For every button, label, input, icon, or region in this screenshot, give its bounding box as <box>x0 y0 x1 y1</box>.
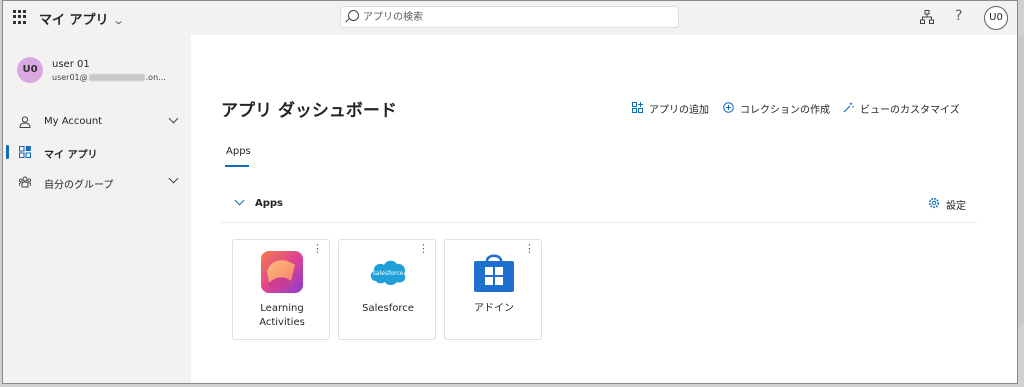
app-name: アドイン <box>474 303 514 314</box>
chevron-down-icon: ⌄ <box>111 14 125 27</box>
tab-apps-underline <box>225 165 249 167</box>
active-indicator <box>6 145 9 159</box>
search-icon <box>348 10 359 21</box>
user-name: user 01 <box>52 59 90 70</box>
more-options-icon[interactable]: ⋮ <box>312 243 323 254</box>
create-collection-label: コレクションの作成 <box>740 105 830 116</box>
app-title: マイ アプリ <box>39 13 109 28</box>
main-content: アプリ ダッシュボード アプリの追加 コレクションの作成 ビューのカスタマイズ <box>191 35 1017 383</box>
groups-icon <box>19 176 31 188</box>
chevron-down-icon <box>168 173 179 184</box>
person-icon <box>19 116 31 128</box>
sidebar: U0 user 01 user01@ .on... My Account マイ ア… <box>3 35 191 383</box>
sidebar-item-label: 自分のグループ <box>44 180 114 191</box>
app-launcher-icon[interactable] <box>13 10 27 24</box>
search-box[interactable] <box>340 6 679 28</box>
app-tile-add-ins[interactable]: ⋮ アドイン <box>444 239 542 340</box>
search-input[interactable] <box>363 9 663 25</box>
sidebar-item-my-apps[interactable]: マイ アプリ <box>3 139 191 167</box>
wand-icon <box>843 102 854 113</box>
add-app-label: アプリの追加 <box>649 105 709 116</box>
app-name: Learning Activities <box>259 303 305 328</box>
gear-icon <box>928 197 940 209</box>
more-options-icon[interactable]: ⋮ <box>418 243 429 254</box>
org-chart-icon[interactable] <box>920 10 934 24</box>
app-window: マイ アプリ⌄ ? U0 U0 user 01 user01@.on... My… <box>2 0 1018 384</box>
chevron-down-icon <box>168 113 179 124</box>
page-title: アプリ ダッシュボード <box>221 101 397 121</box>
section-title: Apps <box>255 198 284 209</box>
app-title-menu[interactable]: マイ アプリ ⌄ <box>39 9 125 28</box>
salesforce-icon: salesforce <box>370 260 406 285</box>
store-bag-icon <box>474 254 514 292</box>
learning-activities-icon <box>261 251 303 293</box>
apps-section-header: Apps 設定 <box>221 185 977 223</box>
sidebar-item-my-groups[interactable]: 自分のグループ <box>3 169 191 197</box>
window-scrollbar[interactable] <box>1018 34 1024 324</box>
customize-view-label: ビューのカスタマイズ <box>860 105 960 116</box>
app-tile-learning-activities[interactable]: ⋮ Learning Activities <box>232 239 330 340</box>
apps-icon <box>19 146 31 158</box>
sidebar-item-label: My Account <box>44 116 103 127</box>
chevron-down-icon[interactable] <box>234 195 245 206</box>
salesforce-logo-text: salesforce <box>373 270 404 277</box>
sidebar-item-my-account[interactable]: My Account <box>3 109 191 137</box>
user-email: user01@ .on... <box>52 73 166 82</box>
add-app-icon <box>632 102 643 113</box>
redacted-email-mask <box>88 74 145 81</box>
app-tile-salesforce[interactable]: ⋮ salesforce Salesforce <box>338 239 436 340</box>
app-name: Salesforce <box>362 303 414 314</box>
help-icon[interactable]: ? <box>955 8 962 24</box>
sidebar-item-label: マイ アプリ <box>44 150 98 161</box>
settings-label: 設定 <box>946 201 966 212</box>
add-circle-icon <box>723 102 734 113</box>
top-bar: マイ アプリ⌄ ? U0 <box>3 1 1017 35</box>
tab-apps[interactable]: Apps <box>226 146 251 157</box>
account-avatar[interactable]: U0 <box>984 6 1008 30</box>
more-options-icon[interactable]: ⋮ <box>524 243 535 254</box>
avatar: U0 <box>17 57 43 83</box>
